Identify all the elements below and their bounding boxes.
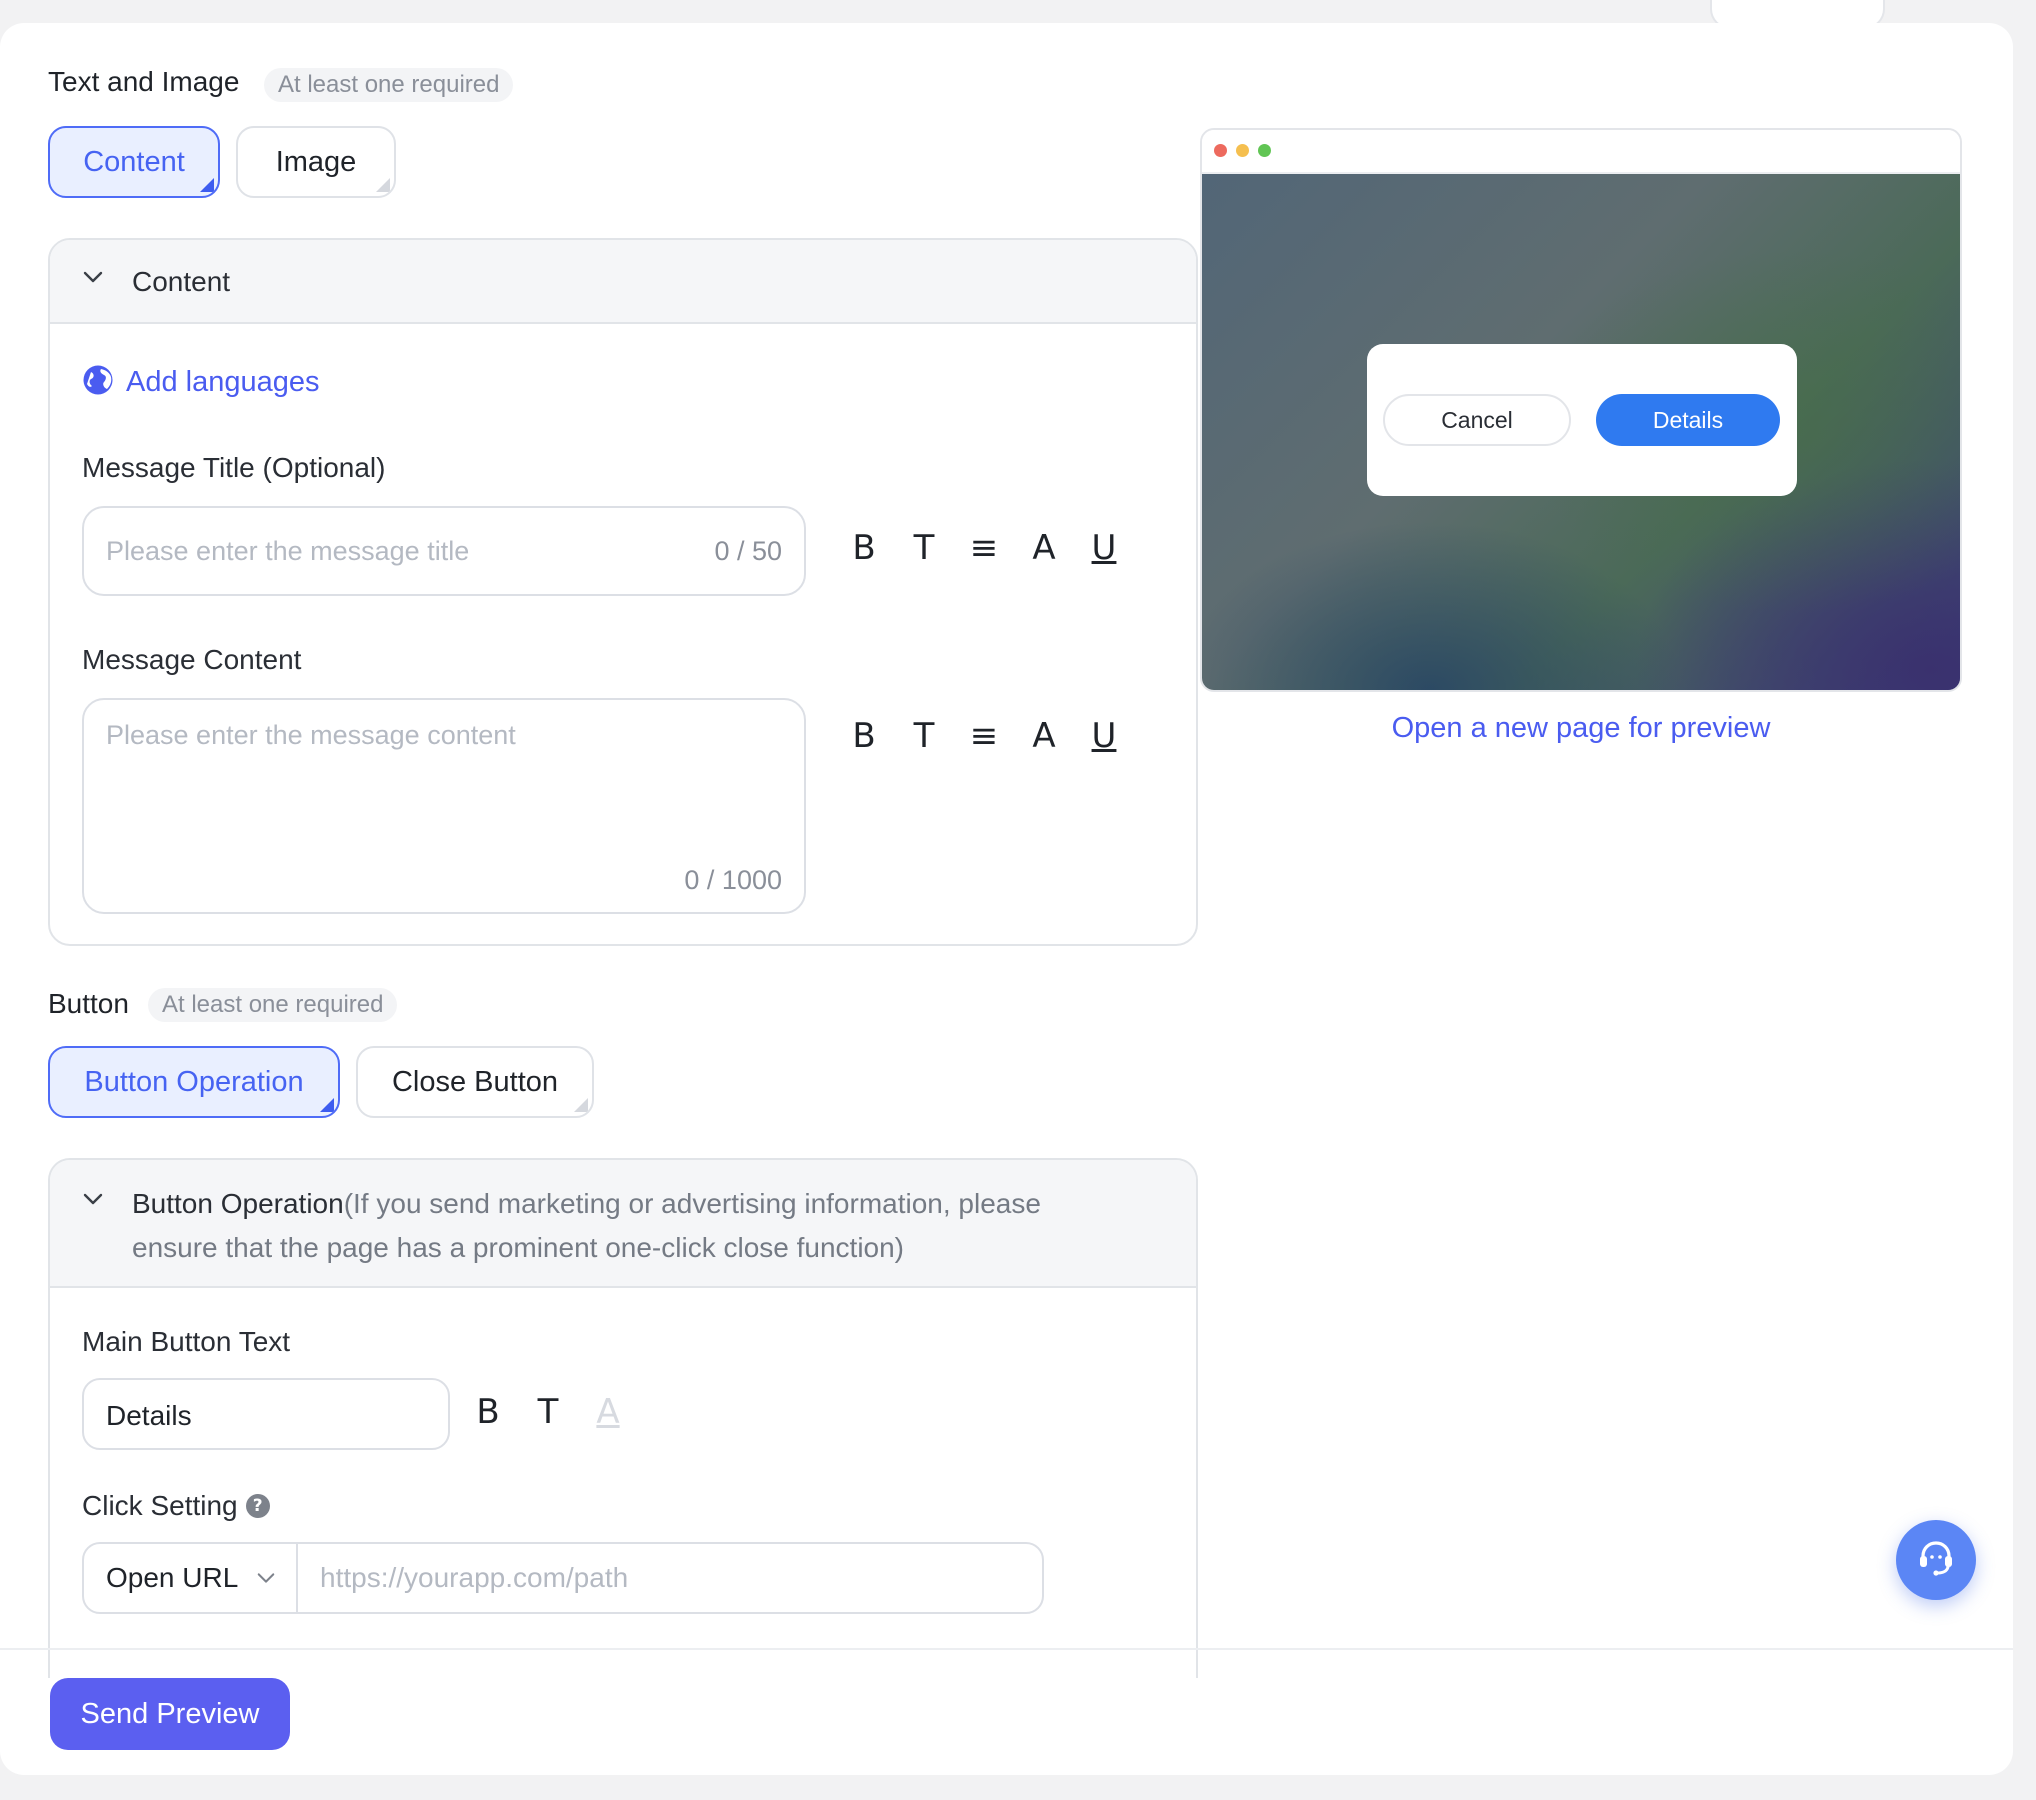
tab-image-label: Image — [275, 145, 357, 178]
window-maximize-dot — [1258, 144, 1271, 157]
footer-divider — [0, 1648, 2013, 1650]
content-format-toolbar: B T ≡ A U — [842, 716, 1126, 756]
underline-icon[interactable]: U — [1082, 528, 1126, 568]
tab-close-button-label: Close Button — [391, 1065, 559, 1098]
message-title-input[interactable]: Please enter the message title 0 / 50 — [82, 506, 806, 596]
tab-button-operation[interactable]: Button Operation — [48, 1046, 340, 1118]
text-image-required-tag: At least one required — [264, 68, 514, 102]
text-size-icon[interactable]: T — [902, 716, 946, 756]
message-content-textarea[interactable]: Please enter the message content 0 / 100… — [82, 698, 806, 914]
window-minimize-dot — [1236, 144, 1249, 157]
message-title-label: Message Title (Optional) — [82, 452, 386, 483]
align-icon[interactable]: ≡ — [962, 716, 1006, 756]
tab-corner — [574, 1098, 588, 1112]
message-title-placeholder: Please enter the message title — [106, 536, 470, 566]
click-action-value: Open URL — [106, 1562, 239, 1593]
preview-dialog: Cancel Details — [1367, 344, 1797, 496]
align-icon[interactable]: ≡ — [962, 528, 1006, 568]
message-content-counter: 0 / 1000 — [684, 865, 782, 895]
message-content-label: Message Content — [82, 644, 302, 675]
window-close-dot — [1214, 144, 1227, 157]
bold-icon[interactable]: B — [466, 1392, 510, 1432]
chevron-down-icon — [256, 1568, 276, 1593]
font-color-icon[interactable]: A — [1022, 528, 1066, 568]
font-color-icon: A — [596, 1392, 620, 1432]
preview-window: Cancel Details — [1200, 128, 1962, 692]
preview-background: Cancel Details — [1202, 174, 1960, 690]
add-languages-label: Add languages — [126, 366, 320, 398]
tab-image[interactable]: Image — [236, 126, 396, 198]
globe-icon — [82, 364, 114, 401]
content-panel-header[interactable]: Content — [50, 240, 1196, 324]
text-size-icon[interactable]: T — [902, 528, 946, 568]
support-button[interactable] — [1896, 1520, 1976, 1600]
add-languages-link[interactable]: Add languages — [82, 364, 320, 401]
preview-cancel-button: Cancel — [1383, 394, 1571, 446]
text-size-icon[interactable]: T — [526, 1392, 570, 1432]
help-circle-icon[interactable]: ? — [245, 1494, 270, 1518]
content-panel-title: Content — [132, 266, 231, 297]
bold-icon[interactable]: B — [842, 716, 886, 756]
click-setting-label-row: Click Setting ? — [82, 1490, 270, 1522]
send-preview-button[interactable]: Send Preview — [50, 1678, 290, 1750]
tab-content[interactable]: Content — [48, 126, 220, 198]
tab-corner — [376, 178, 390, 192]
message-content-placeholder: Please enter the message content — [106, 720, 516, 750]
url-input[interactable]: https://yourapp.com/path — [298, 1544, 1042, 1612]
chevron-down-icon — [82, 266, 104, 294]
button-operation-note: (If you send marketing or advertising in… — [343, 1188, 1041, 1219]
tab-close-button[interactable]: Close Button — [356, 1046, 594, 1118]
url-placeholder: https://yourapp.com/path — [320, 1562, 629, 1593]
tab-button-operation-label: Button Operation — [84, 1065, 304, 1098]
preview-browser-bar — [1202, 130, 1960, 174]
click-setting-group: Open URL https://yourapp.com/path — [82, 1542, 1044, 1614]
click-setting-label: Click Setting — [82, 1490, 238, 1521]
font-color-icon[interactable]: A — [1022, 716, 1066, 756]
text-image-title: Text and Image — [48, 66, 240, 97]
button-format-toolbar: B T A — [466, 1392, 630, 1432]
underline-icon[interactable]: U — [1082, 716, 1126, 756]
button-operation-panel: Button Operation(If you send marketing o… — [48, 1158, 1198, 1678]
button-operation-header[interactable]: Button Operation(If you send marketing o… — [50, 1160, 1196, 1288]
title-format-toolbar: B T ≡ A U — [842, 528, 1126, 568]
content-panel: Content Add languages Message Title (Opt… — [48, 238, 1198, 946]
open-preview-link[interactable]: Open a new page for preview — [1200, 712, 1962, 745]
main-button-text-value: Details — [106, 1400, 192, 1431]
button-operation-note-line2: ensure that the page has a prominent one… — [132, 1232, 905, 1263]
main-button-text-label: Main Button Text — [82, 1326, 291, 1357]
tab-content-label: Content — [83, 145, 185, 178]
main-button-text-input[interactable]: Details — [82, 1378, 450, 1450]
click-action-select[interactable]: Open URL — [84, 1544, 298, 1612]
tab-selected-corner — [200, 178, 214, 192]
bold-icon[interactable]: B — [842, 528, 886, 568]
button-operation-title-main: Button Operation — [132, 1188, 344, 1219]
preview-details-button: Details — [1596, 394, 1780, 446]
headset-icon — [1914, 1536, 1958, 1585]
tab-selected-corner — [320, 1098, 334, 1112]
chevron-down-icon — [82, 1188, 104, 1216]
button-required-tag: At least one required — [148, 988, 398, 1022]
button-section-title: Button — [48, 988, 129, 1019]
button-operation-title: Button Operation(If you send marketing o… — [132, 1182, 1152, 1270]
message-title-counter: 0 / 50 — [714, 536, 782, 566]
